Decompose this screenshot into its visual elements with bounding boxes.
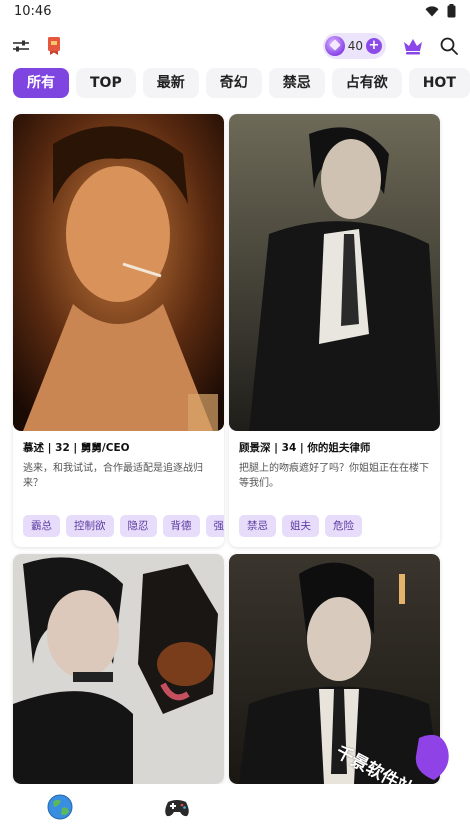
gem-icon — [324, 36, 345, 56]
tab-fantasy[interactable]: 奇幻 — [205, 68, 262, 98]
search-icon[interactable] — [440, 37, 458, 55]
card-tags: 禁忌 姐夫 危险 — [239, 515, 440, 537]
card-tags: 霸总 控制欲 隐忍 背德 强 — [23, 515, 224, 537]
character-card[interactable] — [13, 554, 224, 784]
bottom-nav — [0, 784, 470, 837]
tag[interactable]: 姐夫 — [282, 515, 319, 537]
character-card[interactable]: 慕述 | 32 | 舅舅/CEO 逃来，和我试试，合作最适配是追逐战归来？ 霸总… — [13, 114, 224, 547]
tab-top[interactable]: TOP — [76, 68, 136, 98]
card-description: 逃来，和我试试，合作最适配是追逐战归来？ — [23, 463, 203, 489]
card-title: 顾景深 | 34 | 你的姐夫律师 — [239, 442, 371, 454]
tab-all[interactable]: 所有 — [13, 68, 69, 98]
card-body: 慕述 | 32 | 舅舅/CEO 逃来，和我试试，合作最适配是追逐战归来？ — [13, 440, 224, 491]
character-portrait — [13, 114, 224, 431]
tab-newest[interactable]: 最新 — [142, 68, 199, 98]
crown-icon[interactable] — [402, 37, 424, 55]
top-bar-right: 40 + — [322, 33, 458, 59]
top-bar-left — [12, 36, 62, 56]
status-bar: 10:46 — [0, 0, 470, 22]
card-body: 顾景深 | 34 | 你的姐夫律师 把腿上的吻痕遮好了吗？你姐姐正在在楼下等我们… — [229, 440, 440, 491]
gem-balance[interactable]: 40 + — [322, 33, 386, 59]
status-icons — [425, 4, 456, 18]
tag[interactable]: 隐忍 — [119, 515, 157, 537]
tag[interactable]: 控制欲 — [66, 515, 114, 537]
tag[interactable]: 禁忌 — [239, 515, 276, 537]
watermark: 千景软件站 — [332, 728, 454, 800]
character-card[interactable]: 顾景深 | 34 | 你的姐夫律师 把腿上的吻痕遮好了吗？你姐姐正在在楼下等我们… — [229, 114, 440, 547]
top-bar: 40 + — [0, 30, 470, 62]
character-portrait — [13, 554, 224, 784]
bookmark-flag-icon[interactable] — [46, 36, 62, 56]
character-portrait — [229, 114, 440, 431]
tag[interactable]: 强 — [205, 515, 224, 537]
status-time: 10:46 — [14, 3, 52, 19]
gamepad-icon[interactable] — [162, 792, 192, 822]
filter-sliders-icon[interactable] — [12, 39, 30, 53]
battery-icon — [447, 4, 456, 18]
tag[interactable]: 背德 — [162, 515, 200, 537]
app-root: 10:46 40 + 所有 TOP 最新 奇幻 禁忌 占有欲 HOT 慕述 | … — [0, 0, 470, 837]
wifi-icon — [425, 5, 439, 16]
card-title: 慕述 | 32 | 舅舅/CEO — [23, 442, 130, 454]
tag[interactable]: 危险 — [325, 515, 362, 537]
tab-taboo[interactable]: 禁忌 — [268, 68, 325, 98]
tab-hot[interactable]: HOT — [408, 68, 470, 98]
tag[interactable]: 霸总 — [23, 515, 60, 537]
globe-icon[interactable] — [45, 792, 75, 822]
add-gems-button[interactable]: + — [366, 38, 382, 54]
category-tabs: 所有 TOP 最新 奇幻 禁忌 占有欲 HOT — [13, 68, 470, 98]
tab-possessive[interactable]: 占有欲 — [331, 68, 402, 98]
gem-count: 40 — [347, 39, 363, 53]
card-description: 把腿上的吻痕遮好了吗？你姐姐正在在楼下等我们。 — [239, 463, 429, 489]
